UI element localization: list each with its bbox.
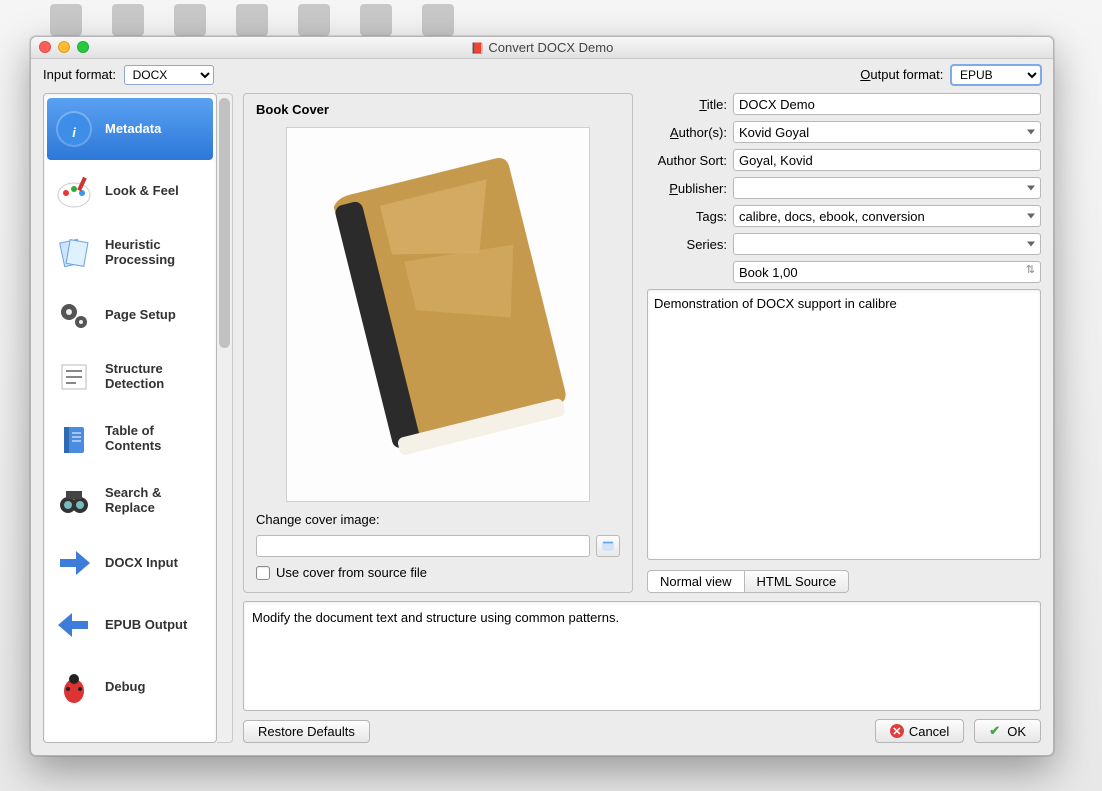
cancel-icon: ✕ <box>890 724 904 738</box>
sidebar-item-epub-output[interactable]: EPUB Output <box>47 594 213 656</box>
arrow-right-icon <box>53 542 95 584</box>
sidebar-item-look-feel[interactable]: Look & Feel <box>47 160 213 222</box>
sidebar-item-heuristic[interactable]: Heuristic Processing <box>47 222 213 284</box>
bug-icon <box>53 666 95 708</box>
browse-cover-button[interactable] <box>596 535 620 557</box>
input-format-select[interactable]: DOCX <box>124 65 214 85</box>
minimize-icon[interactable] <box>58 41 70 53</box>
cycle-icon <box>53 232 95 274</box>
use-source-cover-checkbox[interactable] <box>256 566 270 580</box>
maximize-icon[interactable] <box>77 41 89 53</box>
cover-path-input[interactable] <box>256 535 590 557</box>
ok-button[interactable]: OK <box>974 719 1041 743</box>
output-format-select[interactable]: EPUB <box>951 65 1041 85</box>
arrow-left-icon <box>53 604 95 646</box>
dialog-footer: Restore Defaults ✕Cancel OK <box>243 719 1041 743</box>
metadata-fields: Title: Author(s): Author Sort: Publisher… <box>647 93 1041 593</box>
book-cover-group: Book Cover <box>243 93 633 593</box>
description-editor[interactable]: Demonstration of DOCX support in calibre <box>647 289 1041 560</box>
bg-toolbar <box>0 0 1102 40</box>
sidebar-item-debug[interactable]: Debug <box>47 656 213 718</box>
authors-label: Author(s): <box>647 125 727 140</box>
sidebar-item-page-setup[interactable]: Page Setup <box>47 284 213 346</box>
series-index-spinner[interactable] <box>733 261 1041 283</box>
sidebar-item-label: Metadata <box>105 122 161 137</box>
scrollbar-thumb[interactable] <box>219 98 230 348</box>
sidebar-item-label: Structure Detection <box>105 362 207 392</box>
gears-icon <box>53 294 95 336</box>
sidebar-scrollbar[interactable] <box>217 93 233 743</box>
conversion-sidebar[interactable]: i Metadata Look & Feel Heuristic Process… <box>43 93 217 743</box>
info-icon: i <box>53 108 95 150</box>
sidebar-item-label: Debug <box>105 680 145 695</box>
sidebar-item-label: Search & Replace <box>105 486 207 516</box>
author-sort-input[interactable] <box>733 149 1041 171</box>
window-title: Convert DOCX Demo <box>31 40 1053 55</box>
change-cover-label: Change cover image: <box>256 512 620 527</box>
title-label: Title: <box>647 97 727 112</box>
output-format-label: Output format: <box>860 67 943 82</box>
sidebar-item-toc[interactable]: Table of Contents <box>47 408 213 470</box>
ok-icon <box>989 723 1002 739</box>
convert-dialog: Convert DOCX Demo Input format: DOCX Out… <box>30 36 1054 756</box>
format-row: Input format: DOCX Output format: EPUB <box>31 59 1053 89</box>
sidebar-item-structure[interactable]: Structure Detection <box>47 346 213 408</box>
title-input[interactable] <box>733 93 1041 115</box>
use-source-cover-label: Use cover from source file <box>276 565 427 580</box>
publisher-combo[interactable] <box>733 177 1041 199</box>
tags-combo[interactable] <box>733 205 1041 227</box>
sidebar-item-label: Page Setup <box>105 308 176 323</box>
authors-combo[interactable] <box>733 121 1041 143</box>
close-icon[interactable] <box>39 41 51 53</box>
description-view-tabs: Normal view HTML Source <box>647 570 1041 593</box>
sidebar-item-search-replace[interactable]: Search & Replace <box>47 470 213 532</box>
lines-icon <box>53 356 95 398</box>
palette-icon <box>53 170 95 212</box>
book-cover-title: Book Cover <box>256 102 620 117</box>
binoculars-icon <box>53 480 95 522</box>
sidebar-item-label: Table of Contents <box>105 424 207 454</box>
sidebar-item-label: EPUB Output <box>105 618 187 633</box>
restore-defaults-button[interactable]: Restore Defaults <box>243 720 370 743</box>
svg-text:i: i <box>72 125 76 140</box>
tab-html-source[interactable]: HTML Source <box>744 570 850 593</box>
cover-preview[interactable] <box>286 127 590 502</box>
input-format-label: Input format: <box>43 67 116 82</box>
sidebar-item-label: Heuristic Processing <box>105 238 207 268</box>
sidebar-item-docx-input[interactable]: DOCX Input <box>47 532 213 594</box>
window-controls <box>39 41 89 53</box>
help-text: Modify the document text and structure u… <box>243 601 1041 711</box>
author-sort-label: Author Sort: <box>647 153 727 168</box>
tags-label: Tags: <box>647 209 727 224</box>
sidebar-item-label: DOCX Input <box>105 556 178 571</box>
sidebar-item-label: Look & Feel <box>105 184 179 199</box>
series-combo[interactable] <box>733 233 1041 255</box>
book-icon <box>53 418 95 460</box>
tab-normal-view[interactable]: Normal view <box>647 570 745 593</box>
cancel-button[interactable]: ✕Cancel <box>875 719 964 743</box>
folder-icon <box>601 539 615 553</box>
series-label: Series: <box>647 237 727 252</box>
publisher-label: Publisher: <box>647 181 727 196</box>
book-cover-image <box>308 145 568 485</box>
titlebar[interactable]: Convert DOCX Demo <box>31 37 1053 59</box>
sidebar-item-metadata[interactable]: i Metadata <box>47 98 213 160</box>
